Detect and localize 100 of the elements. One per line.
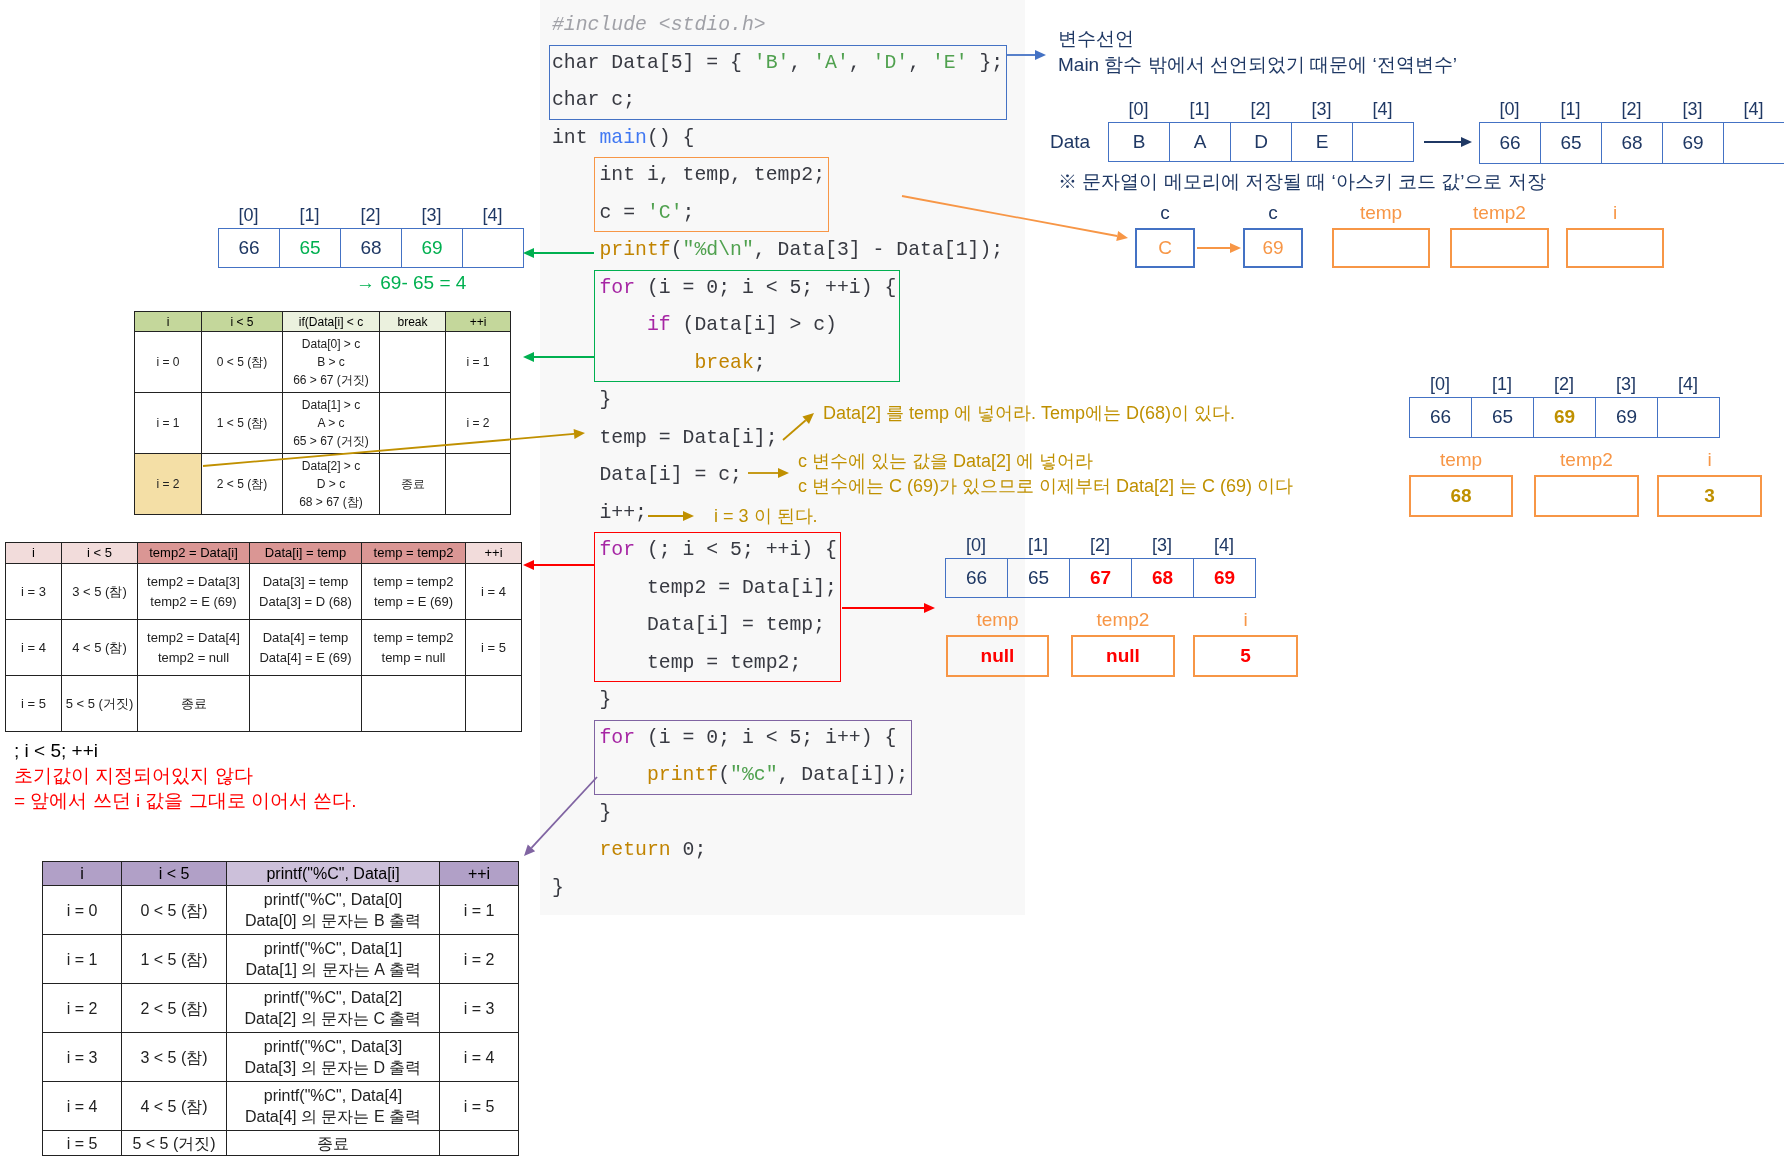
note-title: 변수선언 <box>1058 27 1135 51</box>
index-label: [0] <box>1499 98 1520 120</box>
table-cell: 4 < 5 (참) <box>121 1081 227 1131</box>
variable-label: c <box>1160 201 1170 225</box>
table-cell: i = 1 <box>42 934 122 984</box>
code-line: return 0; <box>599 838 707 863</box>
variable-value: 5 <box>1240 643 1251 668</box>
table-cell: 1 < 5 (참) <box>201 392 283 454</box>
table-cell <box>379 331 446 393</box>
index-label: [2] <box>360 204 381 226</box>
table-cell: Data[3] = temp Data[3] = D (68) <box>249 563 362 620</box>
variable-label: temp <box>1439 448 1483 472</box>
cell-value: 65 <box>299 235 321 260</box>
column-header: i < 5 <box>121 861 227 886</box>
code-line: temp = Data[i]; <box>599 425 778 451</box>
table-cell <box>379 392 446 454</box>
cell-value: E <box>1315 129 1329 154</box>
table-cell: 0 < 5 (참) <box>121 885 227 935</box>
cell-value: 68 <box>1621 130 1643 155</box>
arrow <box>523 560 595 570</box>
arrow <box>747 468 789 478</box>
cell-value: 69 <box>1213 565 1236 590</box>
annotation-text: i = 3 이 된다. <box>714 505 818 528</box>
cell-value: 67 <box>1089 565 1112 590</box>
cell-value: 65 <box>1491 405 1514 430</box>
arrow <box>782 413 814 441</box>
column-header: ++i <box>445 311 511 332</box>
index-label: [0] <box>1430 373 1450 395</box>
cell-value: 69 <box>421 235 443 260</box>
arrow <box>1196 243 1241 253</box>
cell-value: 69 <box>1682 130 1704 155</box>
code-line: temp = temp2; <box>647 650 802 676</box>
column-header: i < 5 <box>61 542 138 564</box>
table-cell: Data[1] > c A > c 65 > 67 (거짓) <box>282 392 380 454</box>
table-cell: 종료 <box>379 453 446 515</box>
variable-value: 68 <box>1450 483 1472 508</box>
index-label: [4] <box>1743 98 1764 120</box>
table-cell: Data[0] > c B > c 66 > 67 (거짓) <box>282 331 380 393</box>
variable-label: temp2 <box>1473 201 1526 225</box>
variable-label: c <box>1268 201 1278 225</box>
index-label: [1] <box>1492 373 1512 395</box>
arrow <box>523 352 595 362</box>
cell-value: 66 <box>238 235 260 260</box>
variable-label: i <box>1243 608 1248 632</box>
table-cell: 4 < 5 (참) <box>61 619 138 676</box>
table-cell: 3 < 5 (참) <box>61 563 138 620</box>
code-line: i++; <box>599 500 647 526</box>
table-cell: temp2 = Data[3] temp2 = E (69) <box>137 563 250 620</box>
code-line: c = 'C'; <box>599 200 695 226</box>
arrow <box>1423 137 1472 147</box>
column-header: temp = temp2 <box>361 542 466 564</box>
variable-label: temp2 <box>1560 448 1613 472</box>
column-header: temp2 = Data[i] <box>137 542 250 564</box>
column-header: if(Data[i] < c <box>282 311 380 332</box>
index-label: [0] <box>238 204 259 226</box>
index-label: [3] <box>1152 534 1172 556</box>
table-cell: temp2 = Data[4] temp2 = null <box>137 619 250 676</box>
table-cell <box>445 453 511 515</box>
table-cell: printf("%C", Data[4] Data[4] 의 문자는 E 출력 <box>226 1081 440 1131</box>
index-label: [3] <box>1311 98 1332 120</box>
column-header: i <box>42 861 122 886</box>
cell-value: 68 <box>1151 565 1174 590</box>
code-line: } <box>599 800 612 826</box>
column-header: ++i <box>465 542 522 564</box>
table-cell: i = 0 <box>42 885 122 935</box>
cell-value: 65 <box>1560 130 1582 155</box>
table-cell: 종료 <box>137 675 250 732</box>
index-label: [0] <box>966 534 986 556</box>
index-label: [2] <box>1250 98 1271 120</box>
cell-value: 69 <box>1615 405 1638 430</box>
index-label: [4] <box>1678 373 1698 395</box>
code-line: temp2 = Data[i]; <box>647 575 837 601</box>
table-cell: i = 3 <box>439 983 519 1033</box>
code-line: } <box>552 875 564 901</box>
table-cell: temp = temp2 temp = E (69) <box>361 563 466 620</box>
index-label: [3] <box>1682 98 1703 120</box>
table-cell: 0 < 5 (참) <box>201 331 283 393</box>
code-line: } <box>599 688 612 713</box>
table-cell <box>465 675 522 732</box>
annotation-text: Data[2] 를 temp 에 넣어라. Temp에는 D(68)이 있다. <box>823 402 1236 425</box>
table-cell: printf("%C", Data[3] Data[3] 의 문자는 D 출력 <box>226 1032 440 1082</box>
cell-value: D <box>1254 129 1268 154</box>
table-cell: printf("%C", Data[2] Data[2] 의 문자는 C 출력 <box>226 983 440 1033</box>
table-cell: i = 4 <box>465 563 522 620</box>
table-cell: 종료 <box>226 1130 440 1156</box>
table-cell: i = 3 <box>42 1032 122 1082</box>
cell-value: 66 <box>1499 130 1521 155</box>
arrow <box>1005 50 1046 60</box>
table-cell: i = 2 <box>42 983 122 1033</box>
code-line: for (i = 0; i < 5; i++) { <box>599 725 897 751</box>
table-cell: 3 < 5 (참) <box>121 1032 227 1082</box>
code-line: if (Data[i] > c) <box>647 313 837 338</box>
variable-label: temp <box>1359 201 1403 225</box>
code-line: Data[i] = temp; <box>647 613 826 638</box>
loop-header-text: ; i < 5; ++i <box>14 739 99 763</box>
table-cell: i = 5 <box>42 1130 122 1156</box>
cell-value: 69 <box>1553 405 1576 430</box>
index-label: [4] <box>482 204 503 226</box>
index-label: [4] <box>1372 98 1393 120</box>
variable-value: 69 <box>1262 235 1284 260</box>
